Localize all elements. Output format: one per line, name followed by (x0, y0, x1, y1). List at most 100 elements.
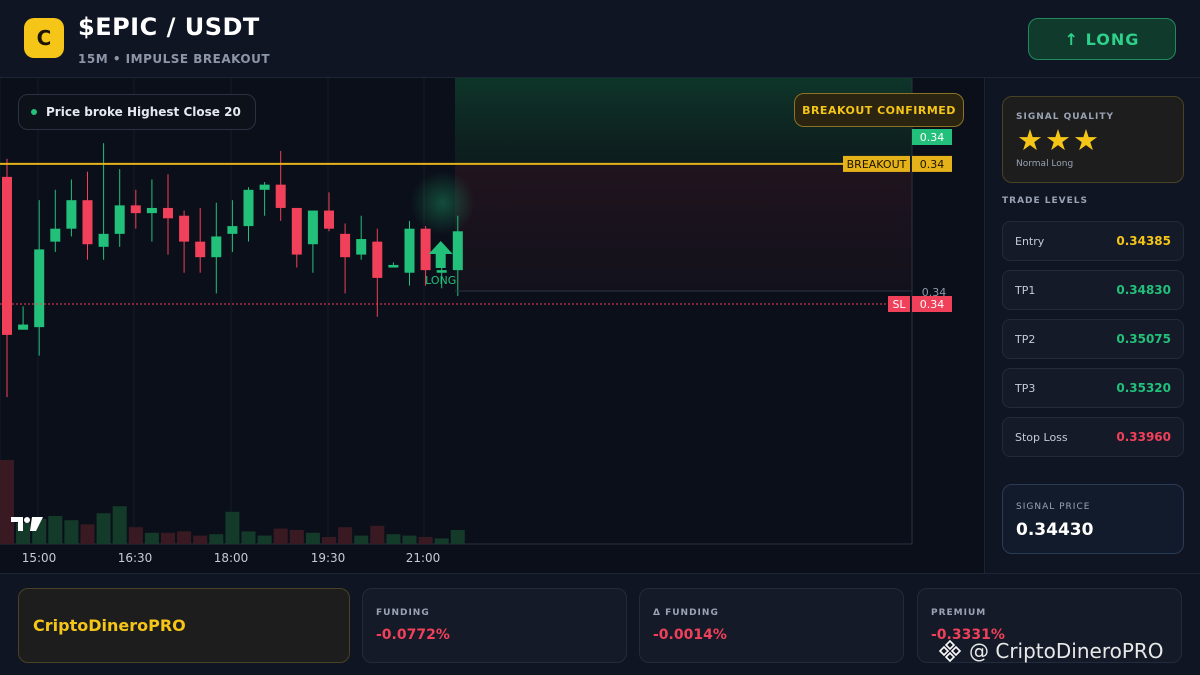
long-button[interactable]: ↑ LONG (1028, 18, 1176, 60)
metric-label: Δ FUNDING (653, 608, 719, 618)
volume-bar (64, 520, 79, 544)
breakout-label-tag: BREAKOUT (847, 158, 907, 171)
legend-text: Price broke Highest Close 20 (46, 105, 241, 119)
time-tick-label: 16:30 (118, 551, 153, 565)
volume-bar (289, 530, 304, 544)
time-tick-label: 18:00 (214, 551, 249, 565)
volume-bar (112, 506, 127, 544)
candle-body (34, 249, 45, 328)
tradingview-logo-icon (11, 517, 43, 531)
signal-sidebar: SIGNAL QUALITY ★★★ Normal Long TRADE LEV… (986, 78, 1200, 573)
volume-bar (48, 516, 63, 544)
level-value: 0.34385 (1116, 234, 1171, 248)
volume-bar (322, 537, 336, 544)
volume-bar (418, 537, 433, 544)
signal-quality-card: SIGNAL QUALITY ★★★ Normal Long (1002, 96, 1184, 183)
candle-body (18, 324, 29, 330)
time-axis: 15:00 16:30 18:00 19:30 21:00 (22, 551, 441, 565)
signal-price-card: SIGNAL PRICE 0.34430 (1002, 484, 1184, 554)
volume-bar (273, 528, 288, 544)
level-label: Stop Loss (1015, 431, 1068, 444)
last-price-tag: 0.34 (920, 131, 945, 144)
metric-label: FUNDING (376, 608, 430, 618)
candle-body (404, 228, 415, 273)
timeframe-subtitle: 15M • IMPULSE BREAKOUT (78, 52, 271, 66)
level-label: TP1 (1015, 284, 1036, 297)
watermark: @ CriptoDineroPRO (937, 638, 1164, 664)
volume-bar (354, 535, 369, 544)
volume-bar (96, 513, 111, 544)
trade-levels-title: TRADE LEVELS (1002, 196, 1088, 206)
level-tp2: TP2 0.35075 (1002, 319, 1184, 359)
metric-value: -0.0772% (376, 627, 450, 643)
long-arrow-icon (428, 241, 453, 268)
candle-body (2, 176, 12, 335)
level-entry: Entry 0.34385 (1002, 221, 1184, 261)
volume-bar (338, 527, 353, 544)
level-tp3: TP3 0.35320 (1002, 368, 1184, 408)
metric-value: -0.0014% (653, 627, 727, 643)
breakout-price-tag: 0.34 (920, 158, 945, 171)
volume-bar (144, 532, 159, 544)
volume-bar (209, 534, 224, 544)
candle-body (146, 207, 157, 214)
signal-quality-title: SIGNAL QUALITY (1016, 112, 1114, 122)
volume-bar (305, 532, 320, 544)
long-marker-label: LONG (425, 274, 456, 287)
footer-metrics: CriptoDineroPRO FUNDING -0.0772% Δ FUNDI… (0, 573, 1200, 675)
delta-funding-card: Δ FUNDING -0.0014% (639, 588, 904, 663)
candle-body (340, 233, 351, 258)
volume-bar (193, 535, 208, 544)
metric-label: PREMIUM (931, 608, 987, 618)
candlestick-series: LONG (2, 143, 475, 398)
volume-bar (257, 535, 272, 544)
candle-body (420, 228, 431, 271)
level-value: 0.35320 (1116, 381, 1171, 395)
signal-quality-subtitle: Normal Long (1016, 159, 1074, 169)
level-value: 0.33960 (1116, 430, 1171, 444)
volume-bar (402, 535, 417, 544)
candle-body (436, 270, 447, 273)
candle-body (66, 200, 77, 229)
candle-body (114, 205, 125, 234)
candle-body (372, 241, 383, 278)
candle-body (98, 233, 109, 247)
candle-body (259, 184, 270, 190)
brand-card: CriptoDineroPRO (18, 588, 350, 663)
level-value: 0.35075 (1116, 332, 1171, 346)
volume-bars (0, 460, 465, 544)
chart-canvas[interactable]: LONG 0.34BREAKOUT 0.340.34SL 0.34 15:00 16:… (0, 78, 985, 573)
coin-logo: C (24, 18, 64, 58)
breakout-confirmed-badge: BREAKOUT CONFIRMED (794, 93, 964, 127)
candle-body (291, 207, 302, 255)
candle-body (227, 226, 238, 234)
volume-bar (161, 532, 175, 544)
candle-body (243, 189, 254, 227)
volume-bar (241, 531, 256, 544)
candle-body (388, 264, 399, 268)
candle-body (179, 215, 190, 242)
volume-bar (450, 530, 465, 544)
sl-price-tag: 0.34 (920, 298, 945, 311)
volume-bar (370, 525, 385, 544)
volume-bar (80, 524, 95, 544)
funding-card: FUNDING -0.0772% (362, 588, 627, 663)
brand-name: CriptoDineroPRO (33, 616, 186, 635)
price-chart[interactable]: LONG 0.34 BREAKOUT 0.34 0.34 SL 0.34 15:00 16:… (0, 78, 985, 573)
candle-body (82, 200, 93, 245)
volume-bar (128, 527, 143, 544)
header: C $EPIC / USDT 15M • IMPULSE BREAKOUT ↑ … (0, 0, 1200, 78)
volume-bar (225, 511, 240, 544)
level-tp1: TP1 0.34830 (1002, 270, 1184, 310)
signal-price-title: SIGNAL PRICE (1016, 502, 1091, 512)
volume-bar (177, 531, 192, 544)
volume-bar (386, 534, 401, 544)
time-tick-label: 21:00 (406, 551, 441, 565)
legend-dot-icon (31, 109, 37, 115)
candle-body (356, 239, 367, 255)
candle-body (50, 228, 61, 242)
candle-body (275, 184, 286, 208)
candle-body (324, 210, 334, 229)
candle-body (130, 205, 141, 214)
level-label: Entry (1015, 235, 1045, 248)
